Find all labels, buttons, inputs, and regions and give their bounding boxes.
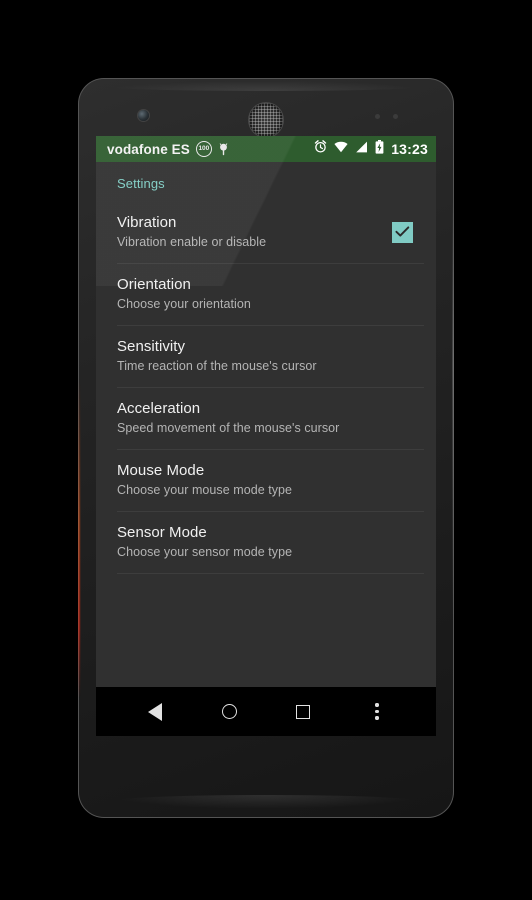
pref-row-sensitivity[interactable]: Sensitivity Time reaction of the mouse's… (96, 326, 436, 387)
earpiece-speaker-icon (249, 103, 283, 137)
preferences-list: Vibration Vibration enable or disable Or… (96, 202, 436, 574)
recents-square-icon (296, 704, 310, 719)
pref-title: Orientation (117, 276, 191, 293)
back-triangle-icon (148, 702, 162, 721)
bottom-bezel-highlight (108, 795, 424, 809)
nav-recents-button[interactable] (279, 691, 327, 733)
carrier-label: vodafone ES (107, 141, 190, 157)
status-bar[interactable]: vodafone ES 100 13:23 (96, 136, 436, 162)
front-camera-icon (138, 110, 149, 121)
phone-device: vodafone ES 100 13:23 Settings Vibration… (78, 78, 454, 818)
pref-row-orientation[interactable]: Orientation Choose your orientation (96, 264, 436, 325)
pref-title: Sensitivity (117, 338, 186, 355)
pref-summary: Choose your mouse mode type (117, 483, 293, 497)
pref-text: Acceleration Speed movement of the mouse… (117, 399, 420, 437)
home-circle-icon (221, 704, 237, 719)
nav-home-button[interactable] (205, 691, 253, 733)
right-edge-reflection (452, 198, 454, 618)
pref-text: Sensitivity Time reaction of the mouse's… (117, 337, 420, 375)
data-badge-icon: 100 (195, 141, 212, 157)
ambient-light-sensor-icon (393, 114, 398, 119)
divider (117, 573, 424, 574)
nav-overflow-button[interactable] (353, 691, 401, 733)
pref-summary: Time reaction of the mouse's cursor (117, 359, 317, 373)
status-bar-left: vodafone ES 100 (107, 141, 229, 157)
navigation-bar (96, 687, 436, 736)
pref-text: Sensor Mode Choose your sensor mode type (117, 523, 420, 561)
status-bar-right: 13:23 (314, 139, 428, 159)
pref-title: Sensor Mode (117, 524, 207, 541)
vibration-checkbox[interactable] (392, 221, 413, 243)
pref-summary: Vibration enable or disable (117, 235, 267, 249)
checkmark-icon (395, 226, 410, 237)
pref-row-sensor-mode[interactable]: Sensor Mode Choose your sensor mode type (96, 512, 436, 573)
proximity-sensor-icon (375, 114, 380, 119)
pref-text: Mouse Mode Choose your mouse mode type (117, 461, 420, 499)
pref-row-mouse-mode[interactable]: Mouse Mode Choose your mouse mode type (96, 450, 436, 511)
section-header-settings: Settings (117, 176, 165, 191)
android-robot-icon (218, 142, 229, 156)
nav-back-button[interactable] (131, 691, 179, 733)
alarm-icon (314, 140, 327, 158)
battery-charging-icon (375, 139, 384, 159)
overflow-menu-icon (375, 703, 379, 720)
phone-screen: vodafone ES 100 13:23 Settings Vibration… (96, 136, 436, 736)
signal-icon (355, 140, 368, 158)
wifi-icon (334, 140, 348, 158)
pref-row-acceleration[interactable]: Acceleration Speed movement of the mouse… (96, 388, 436, 449)
pref-title: Vibration (117, 214, 177, 231)
top-bezel-highlight (100, 81, 432, 91)
pref-title: Acceleration (117, 400, 201, 417)
pref-summary: Choose your orientation (117, 297, 251, 311)
pref-text: Vibration Vibration enable or disable (117, 213, 392, 251)
pref-summary: Choose your sensor mode type (117, 545, 293, 559)
pref-row-vibration[interactable]: Vibration Vibration enable or disable (96, 202, 436, 263)
left-edge-reflection (78, 378, 80, 698)
pref-title: Mouse Mode (117, 462, 205, 479)
settings-content: Settings Vibration Vibration enable or d… (96, 162, 436, 687)
clock-label: 13:23 (391, 141, 428, 157)
pref-summary: Speed movement of the mouse's cursor (117, 421, 340, 435)
pref-text: Orientation Choose your orientation (117, 275, 420, 313)
